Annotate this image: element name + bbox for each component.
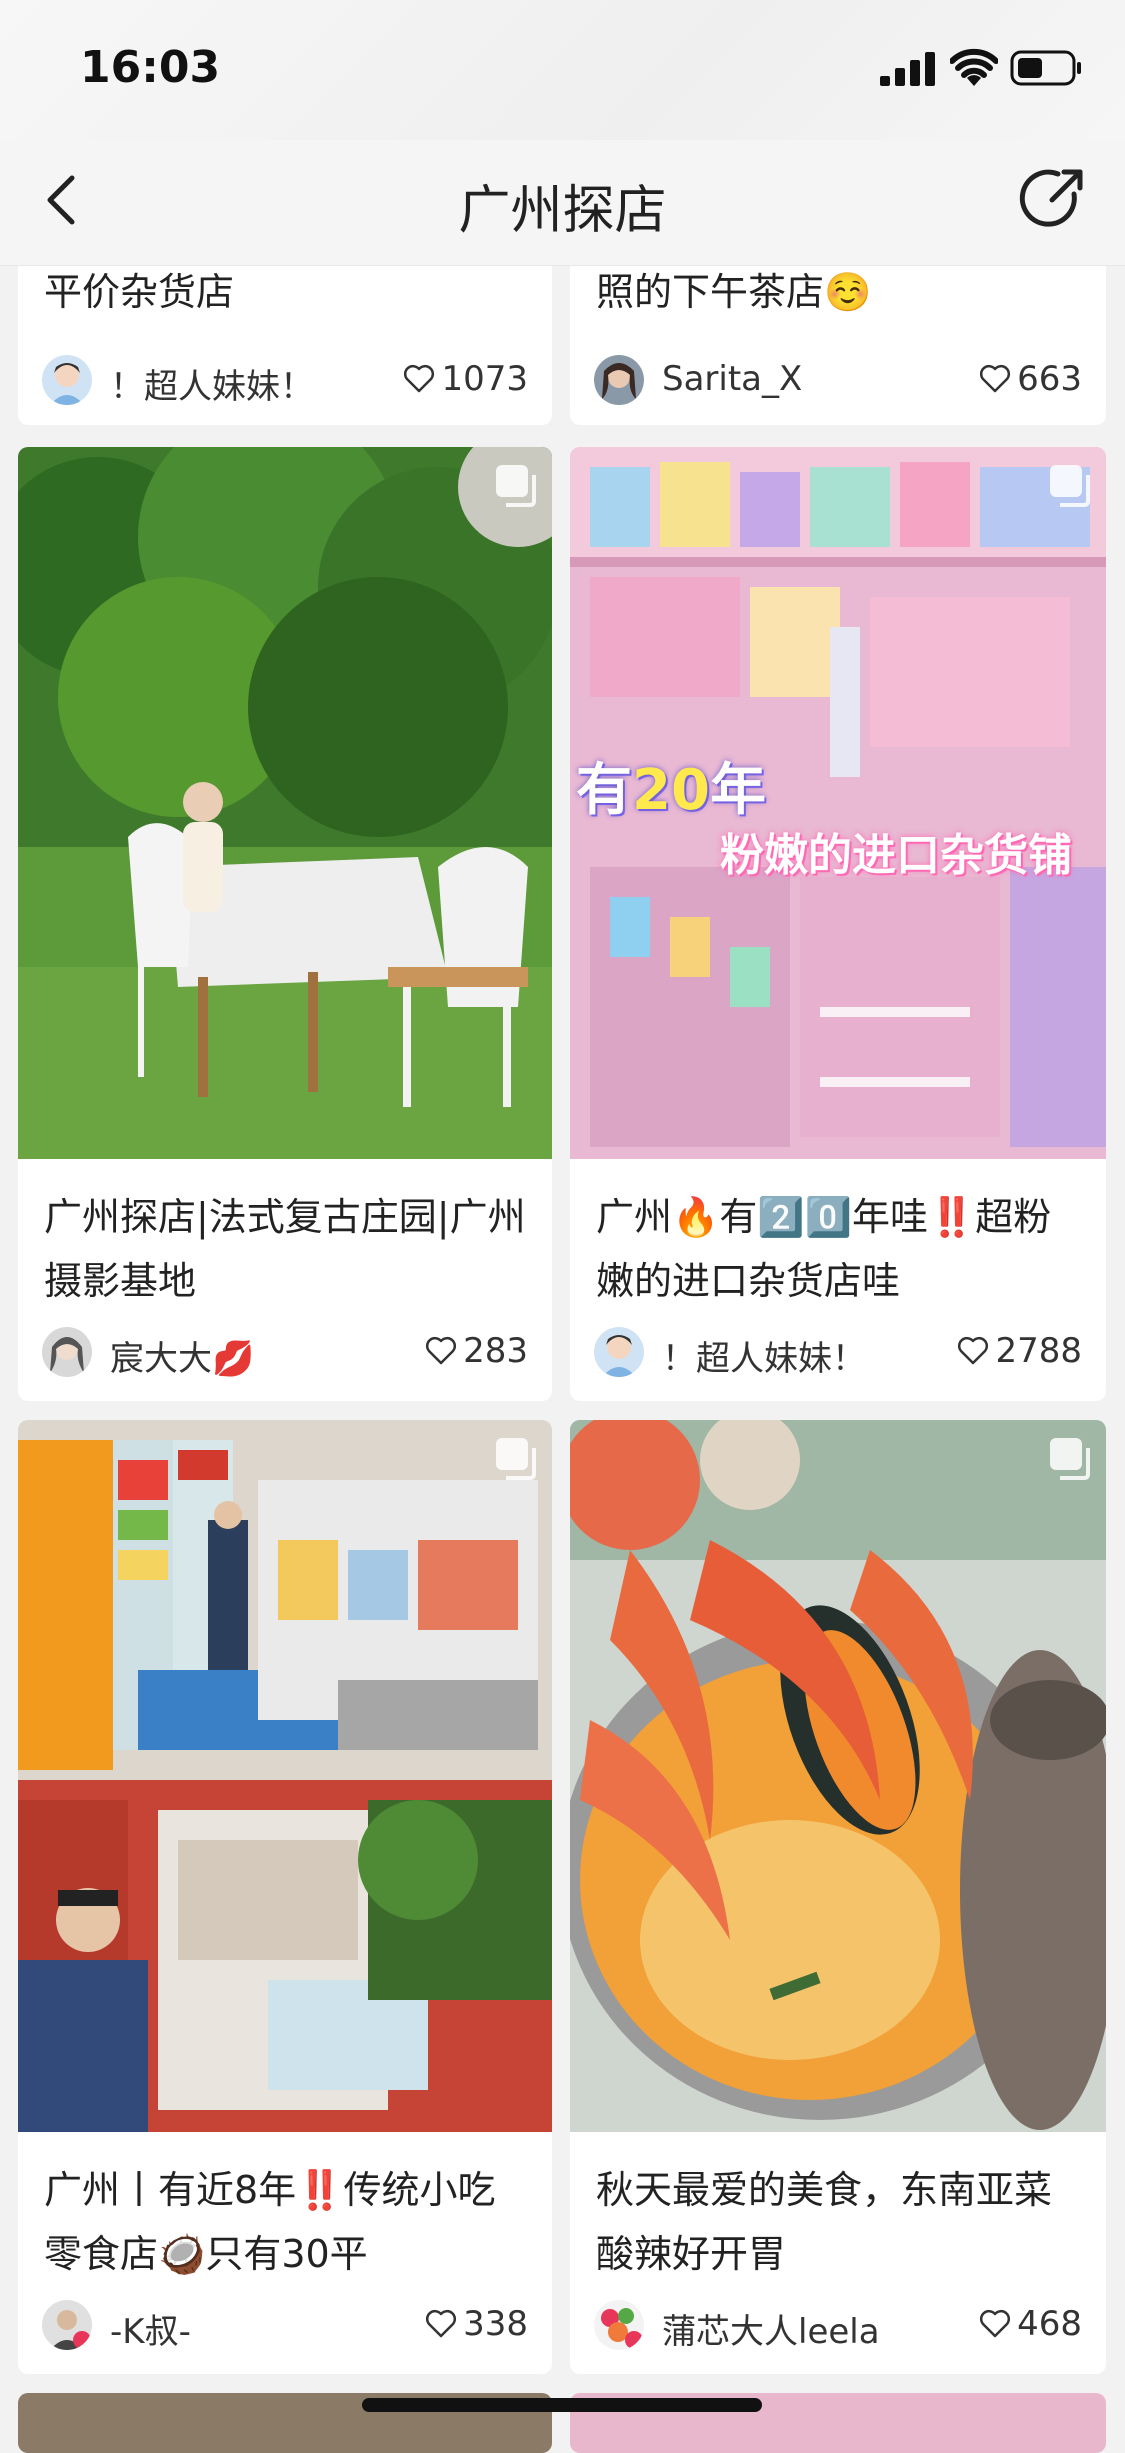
heart-icon	[980, 364, 1011, 393]
like-count: 283	[463, 1331, 528, 1371]
card-meta: 宸大大💋 283	[42, 1327, 528, 1379]
avatar[interactable]	[42, 2300, 92, 2350]
card-meta: 蒲芯大人leela 468	[594, 2300, 1082, 2352]
card-title: 平价杂货店	[44, 270, 235, 314]
multi-image-icon	[494, 463, 538, 507]
battery-icon	[1010, 50, 1081, 86]
share-icon[interactable]	[1018, 164, 1088, 234]
note-card[interactable]: 有20年 粉嫩的进口杂货铺 广州🔥有2️⃣0️⃣年哇‼️超粉嫩的进口杂货店哇 ！…	[570, 447, 1106, 1401]
avatar[interactable]	[594, 1327, 644, 1377]
like-button[interactable]: 338	[425, 2304, 528, 2344]
card-cover-image[interactable]: 有20年 粉嫩的进口杂货铺	[570, 447, 1106, 1159]
card-cover-image[interactable]	[18, 1420, 552, 2132]
card-cover-image[interactable]	[18, 447, 552, 1159]
card-title: 广州🔥有2️⃣0️⃣年哇‼️超粉嫩的进口杂货店哇	[596, 1195, 1052, 1303]
multi-image-icon	[1048, 463, 1092, 507]
card-meta: ！超人妹妹！ 2788	[594, 1327, 1082, 1379]
avatar[interactable]	[594, 2300, 644, 2350]
like-count: 468	[1017, 2304, 1082, 2344]
author-name[interactable]: 宸大大💋	[110, 1331, 254, 1380]
note-card[interactable]: 广州丨有近8年‼️传统小吃零食店🥥只有30平 -K叔- 338	[18, 1420, 552, 2374]
like-count: 2788	[995, 1331, 1082, 1371]
heart-icon	[958, 1336, 989, 1365]
avatar[interactable]	[42, 1327, 92, 1377]
author-name[interactable]: 蒲芯大人leela	[662, 2304, 880, 2353]
author-name[interactable]: ！超人妹妹！	[662, 1331, 866, 1380]
heart-icon	[404, 364, 435, 393]
heart-icon	[426, 1336, 457, 1365]
multi-image-icon	[494, 1436, 538, 1480]
cover-overlay-subtext: 粉嫩的进口杂货铺	[720, 830, 1072, 881]
author-name[interactable]: -K叔-	[110, 2304, 191, 2353]
like-count: 663	[1017, 359, 1082, 399]
card-cover-image[interactable]	[570, 1420, 1106, 2132]
nav-bar: 广州探店	[0, 140, 1125, 266]
heart-icon	[980, 2309, 1011, 2338]
like-button[interactable]: 1073	[403, 359, 528, 399]
home-indicator[interactable]	[362, 2398, 762, 2412]
status-bar: 16:03	[0, 0, 1125, 140]
avatar[interactable]	[594, 355, 644, 405]
status-time: 16:03	[80, 42, 221, 93]
heart-icon	[426, 2309, 457, 2338]
cover-overlay-text: 有20年	[576, 758, 766, 823]
like-button[interactable]: 663	[979, 359, 1082, 399]
like-button[interactable]: 283	[425, 1331, 528, 1371]
signal-icon	[880, 52, 935, 86]
like-count: 338	[463, 2304, 528, 2344]
author-name[interactable]: Sarita_X	[662, 359, 802, 399]
like-button[interactable]: 2788	[957, 1331, 1082, 1371]
wifi-icon	[950, 48, 998, 86]
card-meta: ！超人妹妹！ 1073	[42, 355, 528, 407]
like-button[interactable]: 468	[979, 2304, 1082, 2344]
note-card[interactable]: 广州探店|法式复古庄园|广州摄影基地 宸大大💋 283	[18, 447, 552, 1401]
card-title: 秋天最爱的美食，东南亚菜酸辣好开胃	[596, 2168, 1053, 2276]
author-name[interactable]: ！超人妹妹！	[110, 359, 314, 408]
card-title: 广州丨有近8年‼️传统小吃零食店🥥只有30平	[44, 2168, 496, 2276]
card-title: 广州探店|法式复古庄园|广州摄影基地	[44, 1195, 526, 1303]
page-title: 广州探店	[458, 181, 667, 241]
card-title: 照的下午茶店☺️	[596, 270, 872, 314]
note-card[interactable]: 秋天最爱的美食，东南亚菜酸辣好开胃 蒲芯大人leela 468	[570, 1420, 1106, 2374]
card-meta: -K叔- 338	[42, 2300, 528, 2352]
like-count: 1073	[441, 359, 528, 399]
card-meta: Sarita_X 663	[594, 355, 1082, 407]
multi-image-icon	[1048, 1436, 1092, 1480]
avatar[interactable]	[42, 355, 92, 405]
